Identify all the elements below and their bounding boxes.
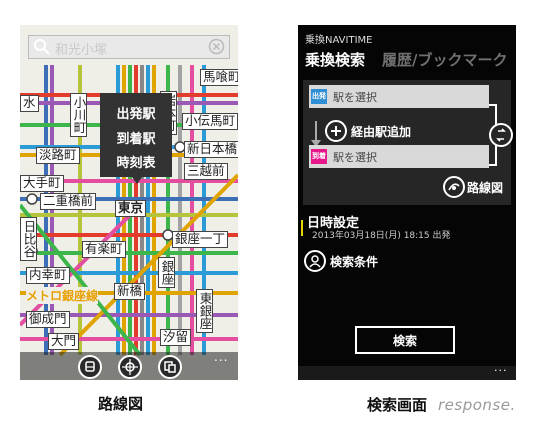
caption-search-screen: 検索画面 [367,396,428,414]
station-mizu[interactable]: 水 [20,95,39,112]
station-ginza[interactable]: 銀座 [158,257,175,288]
arrival-placeholder: 駅を選択 [333,151,377,164]
station-tokyo[interactable]: 東京 [115,200,147,217]
more-menu-button[interactable]: ... [214,350,228,364]
route-map-screen: 馬喰町 水 小川町 岩本町 小伝馬町 淡路町 新日本橋 三越前 大手町 二重橋前… [20,25,238,380]
current-location-button[interactable] [118,355,142,379]
watermark-logo: response. [438,396,516,414]
add-icon[interactable] [325,120,347,142]
pivot-history-bookmarks[interactable]: 履歴/ブックマーク [382,49,507,70]
app-bar: ... [298,361,516,380]
more-menu-button[interactable]: ... [494,361,508,374]
station-hibiya[interactable]: 日比谷 [20,217,37,261]
station-basho[interactable]: 馬喰町 [200,69,238,86]
station-onarimon[interactable]: 御成門 [26,311,70,328]
station-ogawamachi[interactable]: 小川町 [70,93,87,137]
caption-route-map: 路線図 [98,395,144,413]
crosshair-icon [122,359,138,375]
timetable-menu-item[interactable]: 時刻表 [100,152,172,171]
search-icon [34,39,50,55]
arrival-station-field[interactable]: 到着 駅を選択 [309,145,489,168]
station-yurakucho[interactable]: 有楽町 [82,241,126,258]
transfer-icon [164,361,176,373]
person-icon [309,255,321,268]
departure-placeholder: 駅を選択 [333,91,377,104]
route-input-panel: 出発 駅を選択 経由駅追加 到着 駅を選択 路線図 [303,80,513,205]
station-popup-menu: 出発駅 到着駅 時刻表 [100,93,172,177]
station-shinbashi[interactable]: 新橋 [114,283,146,300]
arrival-tag: 到着 [311,149,327,164]
add-via-station-button[interactable]: 経由駅追加 [351,123,411,140]
set-departure-menu-item[interactable]: 出発駅 [100,103,172,122]
departure-tag: 出発 [311,89,327,104]
train-icon [85,361,95,372]
map-icon [448,183,460,191]
station-nijubashimae[interactable]: 二重橋前 [40,193,97,210]
route-map-button[interactable]: 路線図 [467,179,503,196]
set-arrival-menu-item[interactable]: 到着駅 [100,128,172,147]
station-higashi-ginza[interactable]: 東銀座 [196,289,213,333]
popup-pointer-arrow [132,177,142,184]
station-shiodome[interactable]: 汐留 [160,329,192,346]
departure-station-field[interactable]: 出発 駅を選択 [309,85,489,108]
clear-icon[interactable] [208,38,225,55]
swap-icon [496,128,506,142]
station-uchisaiwaicho[interactable]: 内幸町 [26,267,70,284]
route-map-icon[interactable] [443,176,465,198]
app-title: 乗換NAVITIME [305,35,373,46]
station-otemachi[interactable]: 大手町 [20,175,64,192]
station-shin-nihonbashi[interactable]: 新日本橋 [184,141,238,158]
pivot-route-search[interactable]: 乗換検索 [305,49,365,70]
station-ginza-itchome[interactable]: 銀座一丁 [172,231,229,248]
map-app-bar: ... [20,350,238,380]
datetime-value[interactable]: 2013年03月18日(月) 18:15 出発 [312,228,451,241]
search-screen: 乗換NAVITIME 乗換検索 履歴/ブックマーク 出発 駅を選択 経由駅追加 … [298,25,516,380]
train-button[interactable] [78,355,102,379]
search-input-text[interactable]: 和光小塚 [55,39,107,58]
station-mitsukoshimae[interactable]: 三越前 [184,163,228,180]
station-kodenmacho[interactable]: 小伝馬町 [182,113,238,130]
search-conditions-button[interactable]: 検索条件 [330,253,378,270]
station-daimon[interactable]: 大門 [48,333,80,350]
search-button[interactable]: 検索 [355,326,455,354]
route-search-button[interactable] [158,355,182,379]
conditions-icon[interactable] [304,250,326,272]
station-search-bar[interactable]: 和光小塚 [28,35,230,59]
plus-icon [331,126,341,136]
metro-ginza-line-label: メトロ銀座線 [26,287,99,304]
station-awajicho[interactable]: 淡路町 [36,147,80,164]
swap-stations-button[interactable] [489,123,513,147]
datetime-accent-bar [301,220,303,236]
